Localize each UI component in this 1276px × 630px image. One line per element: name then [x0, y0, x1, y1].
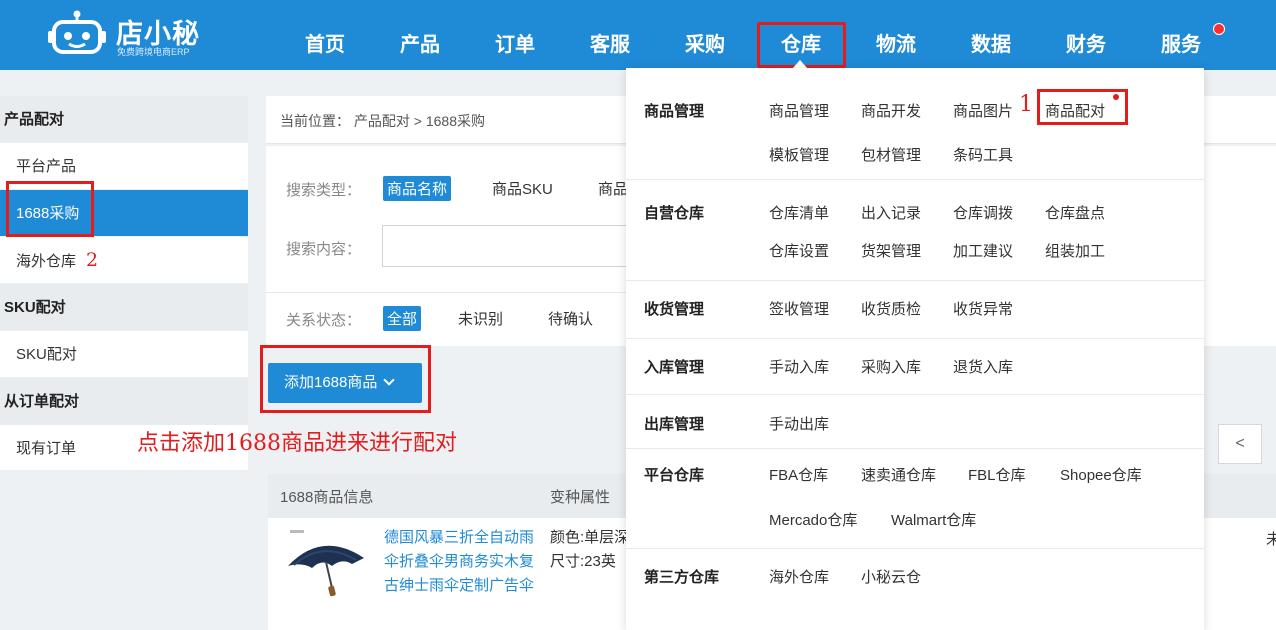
nav-purchasing[interactable]: 采购: [685, 28, 725, 57]
variant-color: 颜色:单层深: [550, 529, 630, 546]
divider: [266, 292, 626, 293]
dd-cat-outbound: 出库管理: [644, 416, 705, 433]
sidebar-item-overseas-warehouse[interactable]: 海外仓库 2: [0, 237, 248, 284]
dd-link-receiving-exceptions[interactable]: 收货异常: [953, 298, 1013, 319]
dd-link-product-management[interactable]: 商品管理: [769, 100, 829, 121]
sidebar-group-product-match: 产品配对: [0, 96, 248, 143]
dd-link-quality-check[interactable]: 收货质检: [861, 298, 921, 319]
dd-cat-third-party: 第三方仓库: [644, 569, 720, 586]
breadcrumb: 当前位置： 产品配对 > 1688采购: [280, 113, 485, 129]
col-1688-info: 1688商品信息: [280, 489, 374, 506]
dd-link-purchase-inbound[interactable]: 采购入库: [861, 356, 921, 377]
status-unrecognized[interactable]: 未识别: [454, 306, 507, 331]
dd-link-template-management[interactable]: 模板管理: [769, 144, 829, 165]
dd-link-product-development[interactable]: 商品开发: [861, 100, 921, 121]
sidebar-item-sku-match[interactable]: SKU配对: [0, 331, 248, 378]
dd-cat-receiving: 收货管理: [644, 301, 705, 318]
dd-cat-own-warehouse: 自营仓库: [644, 205, 705, 222]
robot-logo-icon: [48, 10, 106, 54]
divider: [626, 280, 1204, 281]
dd-link-inout-records[interactable]: 出入记录: [861, 202, 921, 223]
nav-data[interactable]: 数据: [971, 28, 1011, 57]
sidebar: 产品配对 平台产品 1688采购 海外仓库 2 SKU配对 SKU配对 从订单配对…: [0, 96, 248, 472]
divider: [626, 548, 1204, 549]
dd-link-warehouse-list[interactable]: 仓库清单: [769, 202, 829, 223]
sidebar-group-sku-match: SKU配对: [0, 284, 248, 331]
dd-link-xiaomi-cloud[interactable]: 小秘云仓: [861, 566, 921, 587]
variant-size: 尺寸:23英: [550, 553, 616, 570]
dd-link-assembly[interactable]: 组装加工: [1045, 240, 1105, 261]
dd-link-processing-suggestion[interactable]: 加工建议: [953, 240, 1013, 261]
nav-logistics[interactable]: 物流: [876, 28, 916, 57]
status-pending[interactable]: 待确认: [544, 306, 597, 331]
umbrella-product-image: [288, 530, 364, 597]
nav-services[interactable]: 服务: [1161, 28, 1201, 57]
dd-cat-platform-warehouse: 平台仓库: [644, 467, 705, 484]
divider: [626, 179, 1204, 180]
col-variant-attrs: 变种属性: [550, 489, 611, 506]
search-input[interactable]: [382, 225, 632, 267]
new-badge-dot: [1113, 94, 1119, 100]
dd-link-shelf-management[interactable]: 货架管理: [861, 240, 921, 261]
dd-link-fbl[interactable]: FBL仓库: [968, 464, 1026, 485]
dd-cat-product-management: 商品管理: [644, 103, 705, 120]
divider: [626, 394, 1204, 395]
nav-home[interactable]: 首页: [305, 28, 345, 57]
notification-dot: [1213, 23, 1225, 35]
dd-link-walmart[interactable]: Walmart仓库: [891, 509, 976, 530]
dd-link-mercado[interactable]: Mercado仓库: [769, 509, 857, 530]
search-content-label: 搜索内容：: [286, 241, 362, 258]
search-type-product-sku[interactable]: 商品SKU: [488, 176, 557, 201]
logo-subtitle: 免费跨境电商ERP: [117, 47, 190, 57]
nav-products[interactable]: 产品: [400, 28, 440, 57]
annotation-box-add-button: [260, 345, 431, 413]
row-edge-text: 未: [1266, 531, 1276, 548]
search-type-label: 搜索类型：: [286, 182, 362, 199]
dd-link-stocktake[interactable]: 仓库盘点: [1045, 202, 1105, 223]
dd-link-shopee[interactable]: Shopee仓库: [1060, 464, 1142, 485]
nav-finance[interactable]: 财务: [1066, 28, 1106, 57]
warehouse-dropdown-menu: 商品管理 商品管理 商品开发 商品图片 商品配对 模板管理 包材管理 条码工具 …: [626, 68, 1204, 630]
sidebar-group-order-match: 从订单配对: [0, 378, 248, 425]
sidebar-item-label: 海外仓库: [16, 253, 77, 270]
product-name-link[interactable]: 德国风暴三折全自动雨伞折叠伞男商务实木复古绅士雨伞定制广告伞: [384, 526, 540, 598]
nav-customer-service[interactable]: 客服: [590, 28, 630, 57]
search-type-product-name[interactable]: 商品名称: [383, 176, 452, 201]
dd-link-manual-inbound[interactable]: 手动入库: [769, 356, 829, 377]
divider: [626, 338, 1204, 339]
variant-attributes: 颜色:单层深 尺寸:23英: [550, 526, 630, 574]
dd-link-product-images[interactable]: 商品图片: [953, 100, 1013, 121]
annotation-step-1: 1: [1019, 92, 1033, 117]
nav-orders[interactable]: 订单: [495, 28, 535, 57]
annotation-step-2: 2: [86, 249, 99, 271]
dd-link-fba[interactable]: FBA仓库: [769, 464, 828, 485]
dd-link-overseas-warehouse[interactable]: 海外仓库: [769, 566, 829, 587]
pager-prev-button[interactable]: <: [1218, 424, 1262, 464]
status-all[interactable]: 全部: [383, 306, 422, 331]
dd-link-receipt-management[interactable]: 签收管理: [769, 298, 829, 319]
logo[interactable]: 店小秘 免费跨境电商ERP: [48, 6, 218, 62]
annotation-box-1688: [6, 181, 94, 237]
dd-link-barcode-tool[interactable]: 条码工具: [953, 144, 1013, 165]
dd-link-return-inbound[interactable]: 退货入库: [953, 356, 1013, 377]
dd-link-packaging-management[interactable]: 包材管理: [861, 144, 921, 165]
dd-link-warehouse-settings[interactable]: 仓库设置: [769, 240, 829, 261]
dd-link-aliexpress[interactable]: 速卖通仓库: [861, 464, 936, 485]
top-nav-bar: 店小秘 免费跨境电商ERP 首页 产品 订单 客服 采购 仓库 物流 数据 财务…: [0, 0, 1276, 70]
divider: [626, 448, 1204, 449]
dd-cat-inbound: 入库管理: [644, 359, 705, 376]
dd-link-warehouse-transfer[interactable]: 仓库调拨: [953, 202, 1013, 223]
dd-link-manual-outbound[interactable]: 手动出库: [769, 413, 829, 434]
status-label: 关系状态：: [286, 312, 362, 329]
annotation-hint: 点击添加1688商品进来进行配对: [137, 431, 457, 456]
